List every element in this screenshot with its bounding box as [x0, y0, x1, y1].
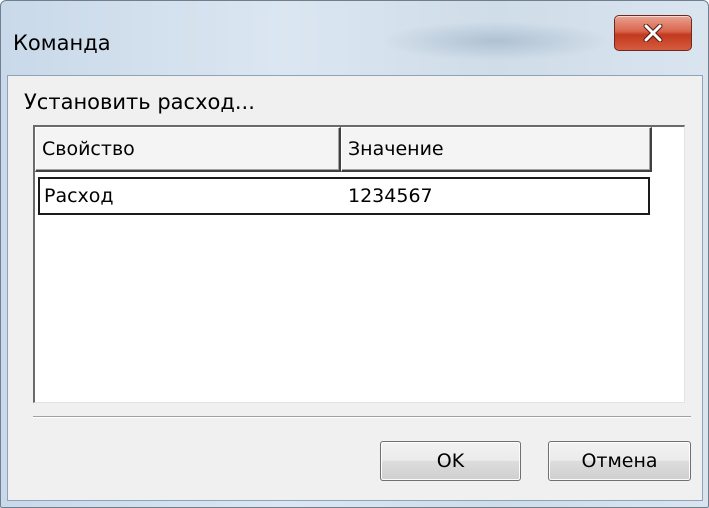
title-bar[interactable]: Команда — [1, 1, 708, 75]
cancel-button[interactable]: Отмена — [548, 441, 691, 481]
window-title: Команда — [13, 31, 111, 55]
column-header-value[interactable]: Значение — [341, 127, 652, 172]
background-blur — [381, 21, 611, 61]
row-value-cell[interactable]: 1234567 — [344, 179, 648, 213]
table-row[interactable]: Расход 1234567 — [38, 177, 650, 215]
property-list[interactable]: Свойство Значение Расход 1234567 — [33, 125, 685, 403]
close-icon — [643, 24, 663, 42]
list-header: Свойство Значение — [35, 127, 652, 172]
row-property-cell: Расход — [44, 185, 114, 207]
ok-button[interactable]: OK — [380, 441, 521, 481]
separator-line — [33, 416, 691, 418]
column-header-property[interactable]: Свойство — [35, 127, 341, 172]
close-button[interactable] — [614, 15, 692, 51]
dialog-prompt: Установить расход... — [24, 90, 255, 114]
